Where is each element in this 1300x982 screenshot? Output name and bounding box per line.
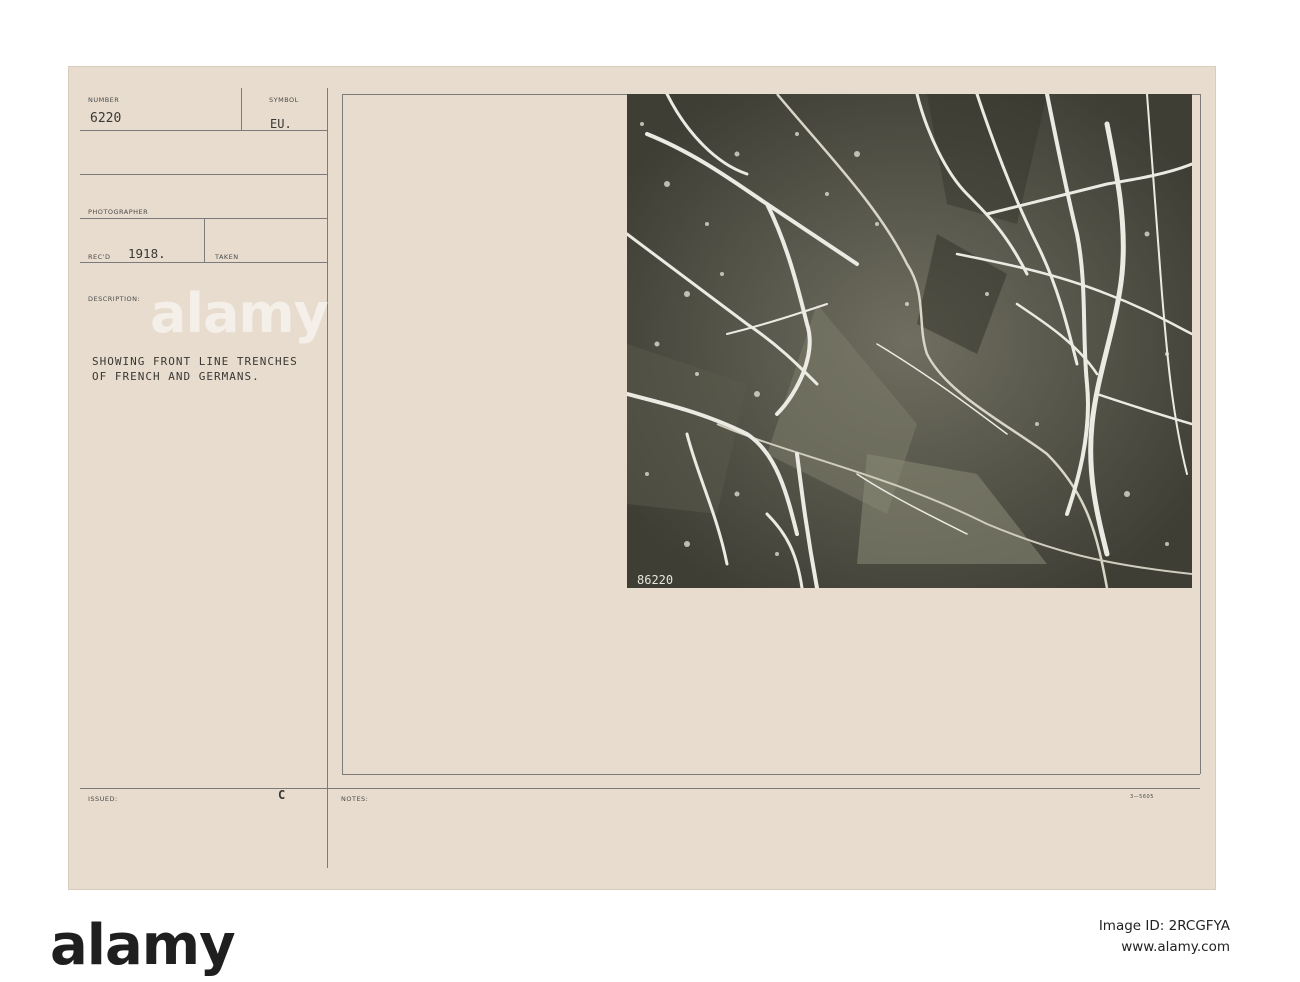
frame-bottom [342, 774, 1200, 775]
recd-row-divider [204, 218, 205, 262]
bottom-row-line [80, 788, 1200, 789]
recd-label: REC'D [88, 253, 111, 261]
symbol-value: EU. [270, 117, 292, 131]
number-label: NUMBER [88, 96, 120, 104]
issued-label: ISSUED: [88, 795, 118, 803]
trench-map-image: 86220 [627, 94, 1192, 588]
issued-mark: C [278, 788, 286, 802]
description-line-1: SHOWING FRONT LINE TRENCHES [92, 355, 298, 368]
aerial-photograph: 86220 [627, 94, 1192, 588]
description-label: DESCRIPTION: [88, 295, 141, 303]
number-value: 6220 [90, 111, 122, 126]
notes-label: NOTES: [341, 795, 369, 803]
image-id: Image ID: 2RCGFYA [1098, 918, 1230, 934]
description-line-2: OF FRENCH AND GERMANS. [92, 370, 260, 383]
frame-right [1200, 94, 1201, 774]
frame-left [342, 94, 343, 774]
recd-row-underline [80, 262, 327, 263]
watermark-logo-overlay: alamy [150, 282, 329, 345]
taken-label: TAKEN [215, 253, 239, 261]
site-url: www.alamy.com [1121, 939, 1230, 955]
gap-row-line [80, 174, 327, 175]
number-row-divider [241, 88, 242, 130]
symbol-label: SYMBOL [269, 96, 299, 104]
negative-number: 86220 [637, 573, 673, 587]
left-column-divider [327, 88, 328, 868]
recd-value: 1918. [128, 246, 166, 261]
image-id-block: Image ID: 2RCGFYA www.alamy.com [1099, 916, 1230, 958]
photographer-label: PHOTOGRAPHER [88, 208, 149, 216]
alamy-logo: alamy [50, 913, 236, 978]
form-code: 3—5605 [1130, 794, 1154, 800]
